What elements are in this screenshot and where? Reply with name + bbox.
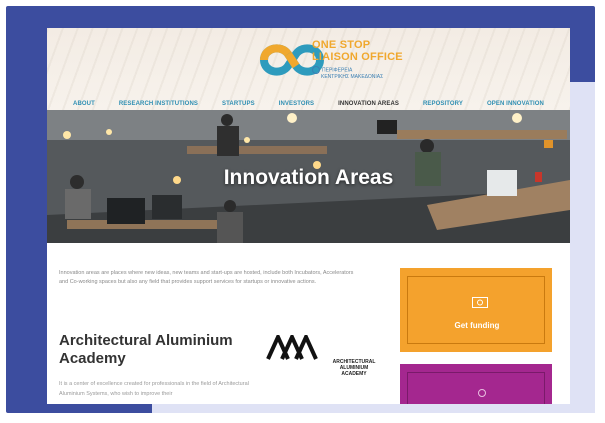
section-body: It is a center of excellence created for… (59, 381, 249, 397)
website-viewport: ONE STOP LIAISON OFFICE ΠΕΡΙΦΕΡΕΙΑ ΚΕΝΤΡ… (47, 28, 570, 404)
nav-item-startups[interactable]: STARTUPS (210, 98, 267, 110)
bulb-icon (478, 389, 486, 397)
money-icon (472, 297, 488, 308)
logo-subtitle: ΠΕΡΙΦΕΡΕΙΑ ΚΕΝΤΡΙΚΗΣ ΜΑΚΕΔΟΝΙΑΣ (312, 66, 383, 80)
partner-logo-text: ARCHITECTURAL ALUMINIUM ACADEMY (324, 359, 384, 377)
region-seal-icon (312, 66, 320, 74)
logo-subtitle-line1: ΠΕΡΙΦΕΡΕΙΑ (322, 67, 353, 74)
nav-item-about[interactable]: ABOUT (61, 98, 107, 110)
architectural-aluminium-academy-logo-icon (266, 335, 318, 360)
nav-item-repository[interactable]: REPOSITORY (411, 98, 475, 110)
purple-card-border (407, 372, 545, 404)
page-title: Innovation Areas (223, 166, 394, 189)
logo-title: ONE STOP LIAISON OFFICE (312, 39, 403, 63)
nav-item-research-institutions[interactable]: RESEARCH INSTITUTIONS (107, 98, 210, 110)
logo-title-line2: LIAISON OFFICE (312, 51, 403, 63)
get-funding-card[interactable]: Get funding (400, 268, 552, 352)
intro-paragraph: Innovation areas are places where new id… (59, 270, 354, 285)
hero-banner: Innovation Areas (47, 110, 570, 243)
site-header: ONE STOP LIAISON OFFICE ΠΕΡΙΦΕΡΕΙΑ ΚΕΝΤΡ… (47, 28, 570, 110)
main-nav: ABOUT RESEARCH INSTITUTIONS STARTUPS INV… (47, 98, 570, 110)
purple-sidebar-card[interactable] (400, 364, 552, 404)
logo-subtitle-line2: ΚΕΝΤΡΙΚΗΣ ΜΑΚΕΔΟΝΙΑΣ (321, 74, 384, 80)
partner-logo-line3: ACADEMY (341, 371, 367, 377)
nav-item-innovation-areas[interactable]: INNOVATION AREAS (326, 98, 411, 110)
logo-title-line1: ONE STOP (312, 39, 371, 51)
section-title: Architectural Aluminium Academy (59, 332, 233, 367)
nav-item-open-innovation[interactable]: OPEN INNOVATION (475, 98, 556, 110)
get-funding-card-border: Get funding (407, 276, 545, 344)
nav-item-investors[interactable]: INVESTORS (267, 98, 326, 110)
get-funding-label[interactable]: Get funding (408, 321, 546, 330)
